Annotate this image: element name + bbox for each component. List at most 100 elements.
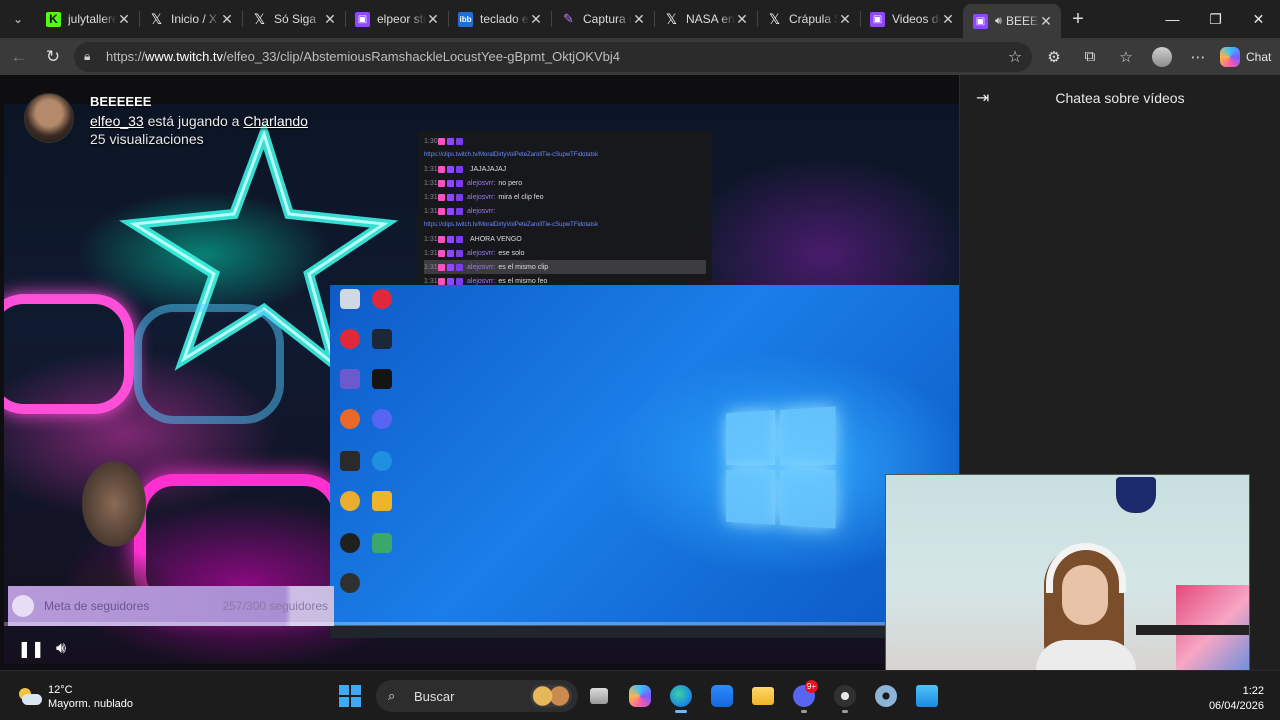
game-link[interactable]: Charlando — [243, 113, 308, 129]
back-button[interactable]: ← — [2, 41, 36, 73]
tab-title: Videos de — [892, 12, 941, 26]
favorite-star-icon[interactable]: ☆ — [998, 47, 1032, 67]
pause-icon[interactable]: ❚❚ — [16, 636, 46, 662]
browser-tab[interactable]: ▣ Videos de ✕ — [860, 0, 963, 38]
chat-text: es el mismo feo — [498, 277, 548, 285]
chat-message: 1:31 alejosvrr: mira el clip feo — [424, 190, 706, 204]
windows-taskbar: 12°C Mayorm. nublado ⌕ Buscar 9+ 1:22 06… — [0, 670, 1280, 720]
extensions-icon[interactable]: ⚙ — [1036, 41, 1072, 73]
start-button[interactable] — [332, 679, 368, 713]
more-menu-icon[interactable]: ⋯ — [1180, 41, 1216, 73]
store-icon — [710, 685, 733, 707]
tab-title: Só Siga — [274, 12, 317, 26]
close-tab-icon[interactable]: ✕ — [426, 11, 440, 28]
volume-icon[interactable]: 🔊︎ — [46, 636, 76, 662]
collapse-sidebar-icon[interactable]: ⇥ — [976, 88, 1000, 108]
task-view-button[interactable] — [578, 679, 619, 713]
url-text[interactable]: https://www.twitch.tv/elfeo_33/clip/Abst… — [106, 49, 998, 64]
desktop-icon — [340, 573, 360, 593]
system-clock[interactable]: 1:22 06/04/2026 — [1209, 684, 1264, 714]
tab-title: Captura de — [583, 12, 632, 26]
tab-title: NASA en X — [686, 12, 735, 26]
tab-audio-icon[interactable]: 🔊︎ — [995, 15, 1002, 28]
favorites-icon[interactable]: ☆ — [1108, 41, 1144, 73]
channel-avatar[interactable] — [24, 93, 74, 143]
weather-widget[interactable]: 12°C Mayorm. nublado — [16, 683, 133, 711]
chat-badge-icon — [438, 193, 445, 201]
site-info-icon[interactable]: 🔒︎ — [84, 49, 106, 64]
chat-message: 1:31 alejosvrr: ese solo — [424, 246, 706, 260]
chat-text: ese solo — [498, 249, 525, 257]
browser-tab[interactable]: 𝕏 Só Siga ✕ — [242, 0, 345, 38]
streamer-webcam — [44, 434, 194, 609]
club-crest-poster — [1116, 477, 1156, 513]
close-tab-icon[interactable]: ✕ — [220, 11, 234, 28]
browser-tab[interactable]: Kjulytalleres✕ — [36, 0, 139, 38]
store-app[interactable] — [701, 679, 742, 713]
browser-tab[interactable]: ▣ elpeor streamer✕ — [345, 0, 448, 38]
floating-webcam-window[interactable] — [885, 474, 1250, 679]
close-window-button[interactable]: ✕ — [1237, 0, 1280, 38]
split-screen-icon[interactable]: ⧉ — [1072, 41, 1108, 73]
restore-button[interactable]: ❐ — [1194, 0, 1237, 38]
kick-icon: K — [46, 11, 61, 27]
close-tab-icon[interactable]: ✕ — [117, 11, 131, 28]
desktop-icon — [340, 491, 360, 511]
copilot-chat-button[interactable]: Chat — [1220, 46, 1271, 67]
profile-button[interactable] — [1144, 41, 1180, 73]
chat-badge-icon — [447, 165, 454, 173]
chat-badge-icon — [447, 263, 454, 271]
chat-username: alejosvrr: — [467, 179, 496, 187]
video-player[interactable]: 1:30 https://clips.twitch.tv/MoralDirtyVo… — [4, 104, 959, 664]
chat-username: alejosvrr: — [467, 249, 496, 257]
settings-app[interactable] — [865, 679, 906, 713]
browser-tab[interactable]: 𝕏 Inicio / X ✕ — [139, 0, 242, 38]
new-tab-button[interactable]: + — [1061, 0, 1095, 38]
close-tab-icon[interactable]: ✕ — [1039, 13, 1053, 30]
windows-start-icon — [339, 685, 361, 707]
tab-actions-menu[interactable]: ⌄ — [0, 0, 36, 38]
remote-desktop-app[interactable] — [906, 679, 947, 713]
browser-tab[interactable]: 𝕏 Crápula $ ✕ — [757, 0, 860, 38]
clock-time: 1:22 — [1242, 685, 1264, 697]
chat-timestamp: 1:31 — [424, 179, 438, 187]
reload-button[interactable]: ↻ — [36, 41, 70, 73]
tab-title: Crápula $ — [789, 12, 838, 26]
twitch-icon: ▣ — [870, 11, 885, 27]
clip-info: BEEEEEE elfeo_33 está jugando a Charland… — [24, 93, 308, 148]
close-tab-icon[interactable]: ✕ — [323, 11, 337, 28]
discord-app[interactable]: 9+ — [783, 679, 824, 713]
x-icon: 𝕏 — [768, 10, 781, 27]
chat-timestamp: 1:31 — [424, 165, 438, 173]
minimize-button[interactable]: — — [1151, 0, 1194, 38]
channel-link[interactable]: elfeo_33 — [90, 113, 144, 129]
tab-title: BEEEEEE — [1005, 14, 1039, 28]
browser-tab[interactable]: ibb teclado es✕ — [448, 0, 551, 38]
file-explorer-app[interactable] — [742, 679, 783, 713]
browser-tab[interactable]: ✎ Captura de✕ — [551, 0, 654, 38]
taskbar-search[interactable]: ⌕ Buscar — [376, 680, 578, 712]
close-tab-icon[interactable]: ✕ — [632, 11, 646, 28]
close-tab-icon[interactable]: ✕ — [941, 11, 955, 28]
pen-icon: ✎ — [563, 11, 574, 26]
partly-cloudy-icon — [16, 686, 42, 708]
clip-progress-bar[interactable] — [4, 622, 959, 626]
close-tab-icon[interactable]: ✕ — [529, 11, 543, 28]
browser-tab[interactable]: 𝕏 NASA en X✕ — [654, 0, 757, 38]
address-bar[interactable]: 🔒︎ https://www.twitch.tv/elfeo_33/clip/A… — [74, 41, 1032, 72]
obs-app[interactable] — [824, 679, 865, 713]
browser-tab[interactable]: ▣ 🔊︎BEEEEEE✕ — [963, 4, 1061, 38]
tab-title: elpeor streamer — [377, 12, 426, 26]
clock-date: 06/04/2026 — [1208, 700, 1264, 712]
settings-icon — [874, 685, 897, 707]
player-controls: ❚❚ 🔊︎ ⚙ ⎚ — [4, 634, 959, 664]
stream-chat-overlay: 1:30 https://clips.twitch.tv/MoralDirtyVo… — [418, 131, 712, 285]
chat-message: 1:31 alejosvrr: no pero — [424, 176, 706, 190]
copilot-app[interactable] — [619, 679, 660, 713]
close-tab-icon[interactable]: ✕ — [838, 11, 852, 28]
chat-badge-icon — [438, 249, 445, 257]
desktop-icon — [372, 289, 392, 309]
ibb-icon: ibb — [458, 11, 473, 27]
close-tab-icon[interactable]: ✕ — [735, 11, 749, 28]
edge-app[interactable] — [660, 679, 701, 713]
